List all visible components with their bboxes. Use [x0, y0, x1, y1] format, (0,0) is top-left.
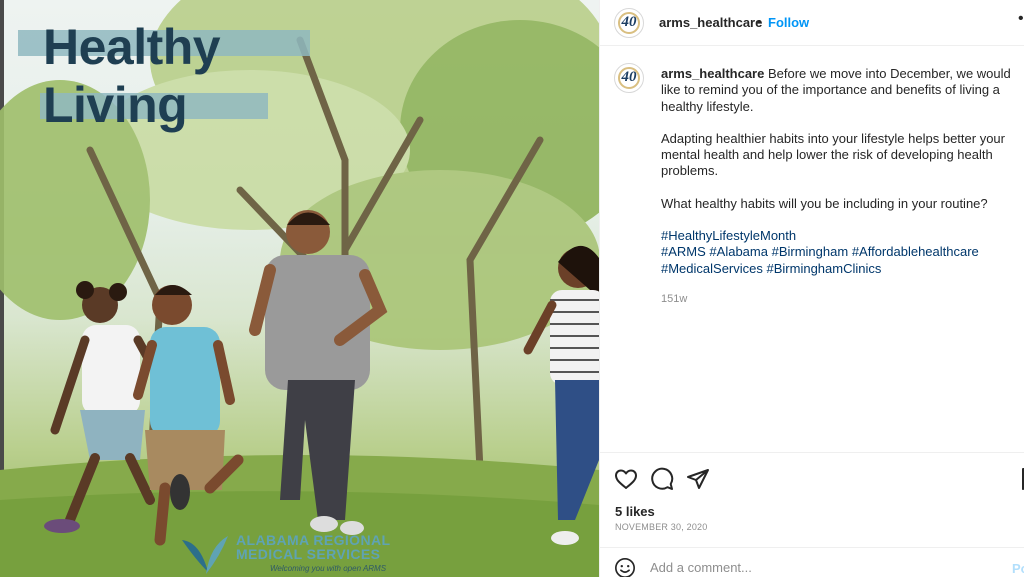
caption-para3: What healthy habits will you be includin…	[661, 195, 988, 211]
caption-avatar[interactable]: 40	[614, 63, 644, 93]
logo-tagline: Welcoming you with open ARMS	[270, 564, 387, 573]
avatar-text: 40	[621, 69, 637, 85]
arms-wing-icon	[182, 536, 228, 574]
instagram-post-view: Healthy Living ALABAMA REGIONAL MEDICAL …	[0, 0, 1024, 577]
avatar-text: 40	[621, 14, 637, 30]
hashtag-link[interactable]: #ARMS	[661, 244, 706, 259]
caption-age[interactable]: 151w	[661, 291, 1021, 307]
hashtag-link[interactable]: #Birmingham	[772, 244, 849, 259]
post-caption: arms_healthcare Before we move into Dece…	[661, 66, 1021, 307]
comment-bar: Post	[600, 547, 1024, 577]
comment-input[interactable]	[650, 560, 980, 575]
post-image[interactable]: Healthy Living ALABAMA REGIONAL MEDICAL …	[0, 0, 599, 577]
caption-para2: Adapting healthier habits into your life…	[661, 130, 1005, 179]
share-icon[interactable]	[686, 467, 710, 491]
header-username[interactable]: arms_healthcare	[659, 15, 762, 30]
image-title-line2: Living	[43, 77, 188, 133]
more-options-icon[interactable]: •	[1018, 10, 1024, 28]
likes-count[interactable]: 5 likes	[615, 504, 655, 519]
logo-text-line2: MEDICAL SERVICES	[236, 546, 381, 562]
hashtag-link[interactable]: #Affordablehealthcare	[852, 244, 979, 259]
post-comment-button[interactable]: Post	[1012, 561, 1024, 576]
bookmark-icon[interactable]	[1018, 467, 1024, 491]
hashtag-link[interactable]: #MedicalServices	[661, 261, 763, 276]
hashtag-link[interactable]: #Alabama	[709, 244, 768, 259]
hashtag-link[interactable]: #HealthyLifestyleMonth	[661, 228, 796, 243]
comment-icon[interactable]	[650, 467, 674, 491]
caption-username[interactable]: arms_healthcare	[661, 66, 764, 81]
caption-hashtags: #HealthyLifestyleMonth #ARMS #Alabama #B…	[661, 228, 1021, 277]
header-avatar[interactable]: 40	[614, 8, 644, 38]
image-title-line1: Healthy	[43, 19, 221, 75]
hashtag-link[interactable]: #BirminghamClinics	[767, 261, 882, 276]
arms-logo: ALABAMA REGIONAL MEDICAL SERVICES Welcom…	[180, 530, 390, 577]
post-details-panel: 40 arms_healthcare • Follow • 40 arms_he…	[599, 0, 1024, 577]
header-separator: •	[757, 14, 762, 29]
post-date: NOVEMBER 30, 2020	[615, 522, 708, 532]
heart-icon[interactable]	[614, 467, 638, 491]
action-bar	[600, 452, 1024, 504]
emoji-icon[interactable]	[614, 557, 636, 577]
post-header: 40 arms_healthcare • Follow •	[600, 0, 1024, 46]
follow-button[interactable]: Follow	[768, 15, 809, 30]
caption-para1: arms_healthcare Before we move into Dece…	[661, 66, 1021, 115]
